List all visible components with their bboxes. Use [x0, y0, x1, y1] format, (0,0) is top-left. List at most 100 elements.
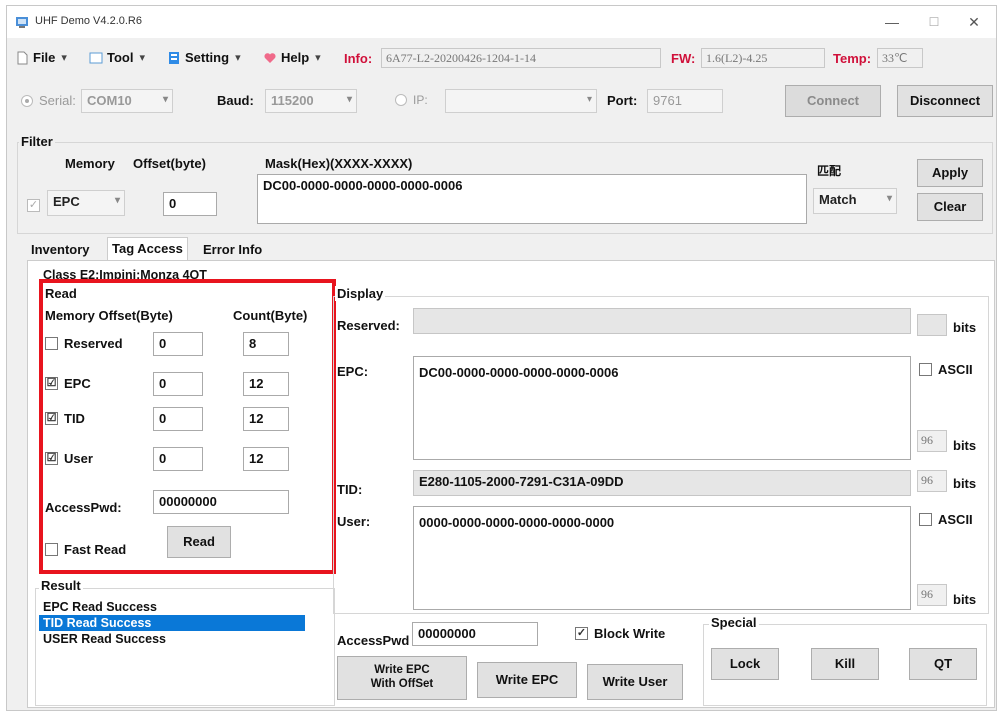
menu-setting[interactable]: Setting ▾	[167, 50, 241, 65]
write-epc-offset-line1: Write EPC	[374, 664, 430, 677]
filter-enable-checkbox[interactable]: ✓	[27, 196, 40, 212]
checkbox-box	[919, 363, 932, 376]
menu-tool-label: Tool	[107, 50, 134, 65]
lock-button[interactable]: Lock	[711, 648, 779, 680]
port-label: Port:	[607, 93, 638, 108]
menu-help[interactable]: Help ▾	[263, 50, 321, 65]
apply-button[interactable]: Apply	[917, 159, 983, 187]
write-user-button[interactable]: Write User	[587, 664, 683, 700]
write-accesspwd-label: AccessPwd	[337, 633, 410, 648]
list-item[interactable]: USER Read Success	[39, 631, 305, 647]
menu-setting-label: Setting	[185, 50, 230, 65]
chevron-down-icon: ▾	[61, 52, 67, 64]
title-bar: UHF Demo V4.2.0.R6 — ☐ ✕	[7, 6, 996, 38]
filter-memory-select[interactable]: EPC ▾	[47, 190, 125, 216]
qt-button[interactable]: QT	[909, 648, 977, 680]
display-reserved-field	[413, 308, 911, 334]
ip-select[interactable]: ▾	[445, 89, 597, 113]
display-reserved-bits-field	[917, 314, 947, 336]
fw-label: FW:	[671, 51, 696, 66]
maximize-button[interactable]: ☐	[919, 10, 949, 34]
clear-button[interactable]: Clear	[917, 193, 983, 221]
kill-button[interactable]: Kill	[811, 648, 879, 680]
epc-ascii-label: ASCII	[938, 362, 973, 377]
serial-option[interactable]: Serial:	[21, 93, 76, 108]
info-field: 6A77-L2-20200426-1204-1-14	[381, 48, 661, 68]
serial-radio[interactable]	[21, 94, 33, 107]
tab-inventory[interactable]: Inventory	[27, 239, 94, 261]
write-epc-offset-line2: With OffSet	[370, 678, 434, 690]
setting-icon	[169, 51, 179, 64]
ip-label: IP:	[413, 93, 428, 107]
chevron-down-icon: ▾	[114, 195, 120, 206]
block-write-label: Block Write	[594, 626, 666, 641]
minimize-button[interactable]: —	[877, 10, 907, 34]
display-tid-field: E280-1105-2000-7291-C31A-09DD	[413, 470, 911, 496]
highlight-box	[39, 279, 336, 574]
temp-field: 33℃	[877, 48, 923, 68]
baud-value: 115200	[271, 93, 314, 108]
special-title: Special	[709, 615, 759, 630]
display-epc-bits-unit: bits	[953, 438, 977, 453]
result-list[interactable]: EPC Read Success TID Read Success USER R…	[39, 599, 305, 689]
check-icon: ✓	[27, 199, 40, 212]
tab-error-info[interactable]: Error Info	[199, 239, 266, 261]
display-tid-bits-unit: bits	[953, 476, 977, 491]
baud-select[interactable]: 115200 ▾	[265, 89, 357, 113]
display-epc-field[interactable]: DC00-0000-0000-0000-0000-0006	[413, 356, 911, 460]
connect-button[interactable]: Connect	[785, 85, 881, 117]
result-title: Result	[39, 578, 83, 593]
display-epc-label: EPC:	[337, 364, 369, 379]
disconnect-button[interactable]: Disconnect	[897, 85, 993, 117]
filter-mask-input[interactable]: DC00-0000-0000-0000-0000-0006	[257, 174, 807, 224]
list-item[interactable]: EPC Read Success	[39, 599, 305, 615]
port-input[interactable]: 9761	[647, 89, 723, 113]
menu-file[interactable]: File ▾	[15, 50, 67, 65]
user-ascii-label: ASCII	[938, 512, 973, 527]
tool-icon	[89, 52, 103, 63]
write-epc-button[interactable]: Write EPC	[477, 662, 577, 698]
epc-ascii-checkbox[interactable]: ASCII	[919, 362, 973, 377]
chevron-down-icon: ▾	[346, 94, 352, 105]
serial-select[interactable]: COM10 ▾	[81, 89, 173, 113]
display-tid-label: TID:	[337, 482, 363, 497]
ip-option[interactable]: IP:	[395, 93, 428, 107]
menu-bar: File ▾ Tool ▾ Setting ▾ Help ▾ Info: 6A7…	[7, 46, 996, 72]
display-tid-bits: 96	[917, 470, 947, 492]
match-value: Match	[819, 192, 857, 207]
list-item[interactable]: TID Read Success	[39, 615, 305, 631]
menu-file-label: File	[33, 50, 56, 65]
app-window: UHF Demo V4.2.0.R6 — ☐ ✕ File ▾ Tool ▾ S…	[6, 5, 997, 711]
display-epc-bits: 96	[917, 430, 947, 452]
file-icon	[17, 51, 28, 64]
checkbox-box	[919, 513, 932, 526]
display-user-bits: 96	[917, 584, 947, 606]
match-select[interactable]: Match ▾	[813, 188, 897, 214]
heart-icon	[264, 52, 276, 63]
write-epc-offset-button[interactable]: Write EPC With OffSet	[337, 656, 467, 700]
filter-offset-label: Offset(byte)	[133, 156, 206, 171]
chevron-down-icon: ▾	[235, 52, 241, 64]
menu-tool[interactable]: Tool ▾	[89, 50, 145, 65]
close-button[interactable]: ✕	[959, 10, 989, 34]
display-user-label: User:	[337, 514, 371, 529]
display-user-field[interactable]: 0000-0000-0000-0000-0000-0000	[413, 506, 911, 610]
filter-mask-label: Mask(Hex)(XXXX-XXXX)	[265, 156, 413, 171]
chevron-down-icon: ▾	[586, 94, 592, 105]
filter-offset-input[interactable]: 0	[163, 192, 217, 216]
filter-memory-value: EPC	[53, 194, 80, 209]
fw-field: 1.6(L2)-4.25	[701, 48, 825, 68]
serial-label: Serial:	[39, 93, 76, 108]
display-user-bits-unit: bits	[953, 592, 977, 607]
checkbox-box: ✓	[575, 627, 588, 640]
baud-label: Baud:	[217, 93, 254, 108]
user-ascii-checkbox[interactable]: ASCII	[919, 512, 973, 527]
menu-help-label: Help	[281, 50, 310, 65]
ip-radio[interactable]	[395, 94, 407, 106]
chevron-down-icon: ▾	[886, 193, 892, 204]
info-label: Info:	[344, 51, 373, 66]
tab-tag-access[interactable]: Tag Access	[107, 237, 188, 261]
block-write-checkbox[interactable]: ✓ Block Write	[575, 626, 665, 641]
write-accesspwd-input[interactable]: 00000000	[412, 622, 538, 646]
window-title: UHF Demo V4.2.0.R6	[35, 15, 142, 27]
